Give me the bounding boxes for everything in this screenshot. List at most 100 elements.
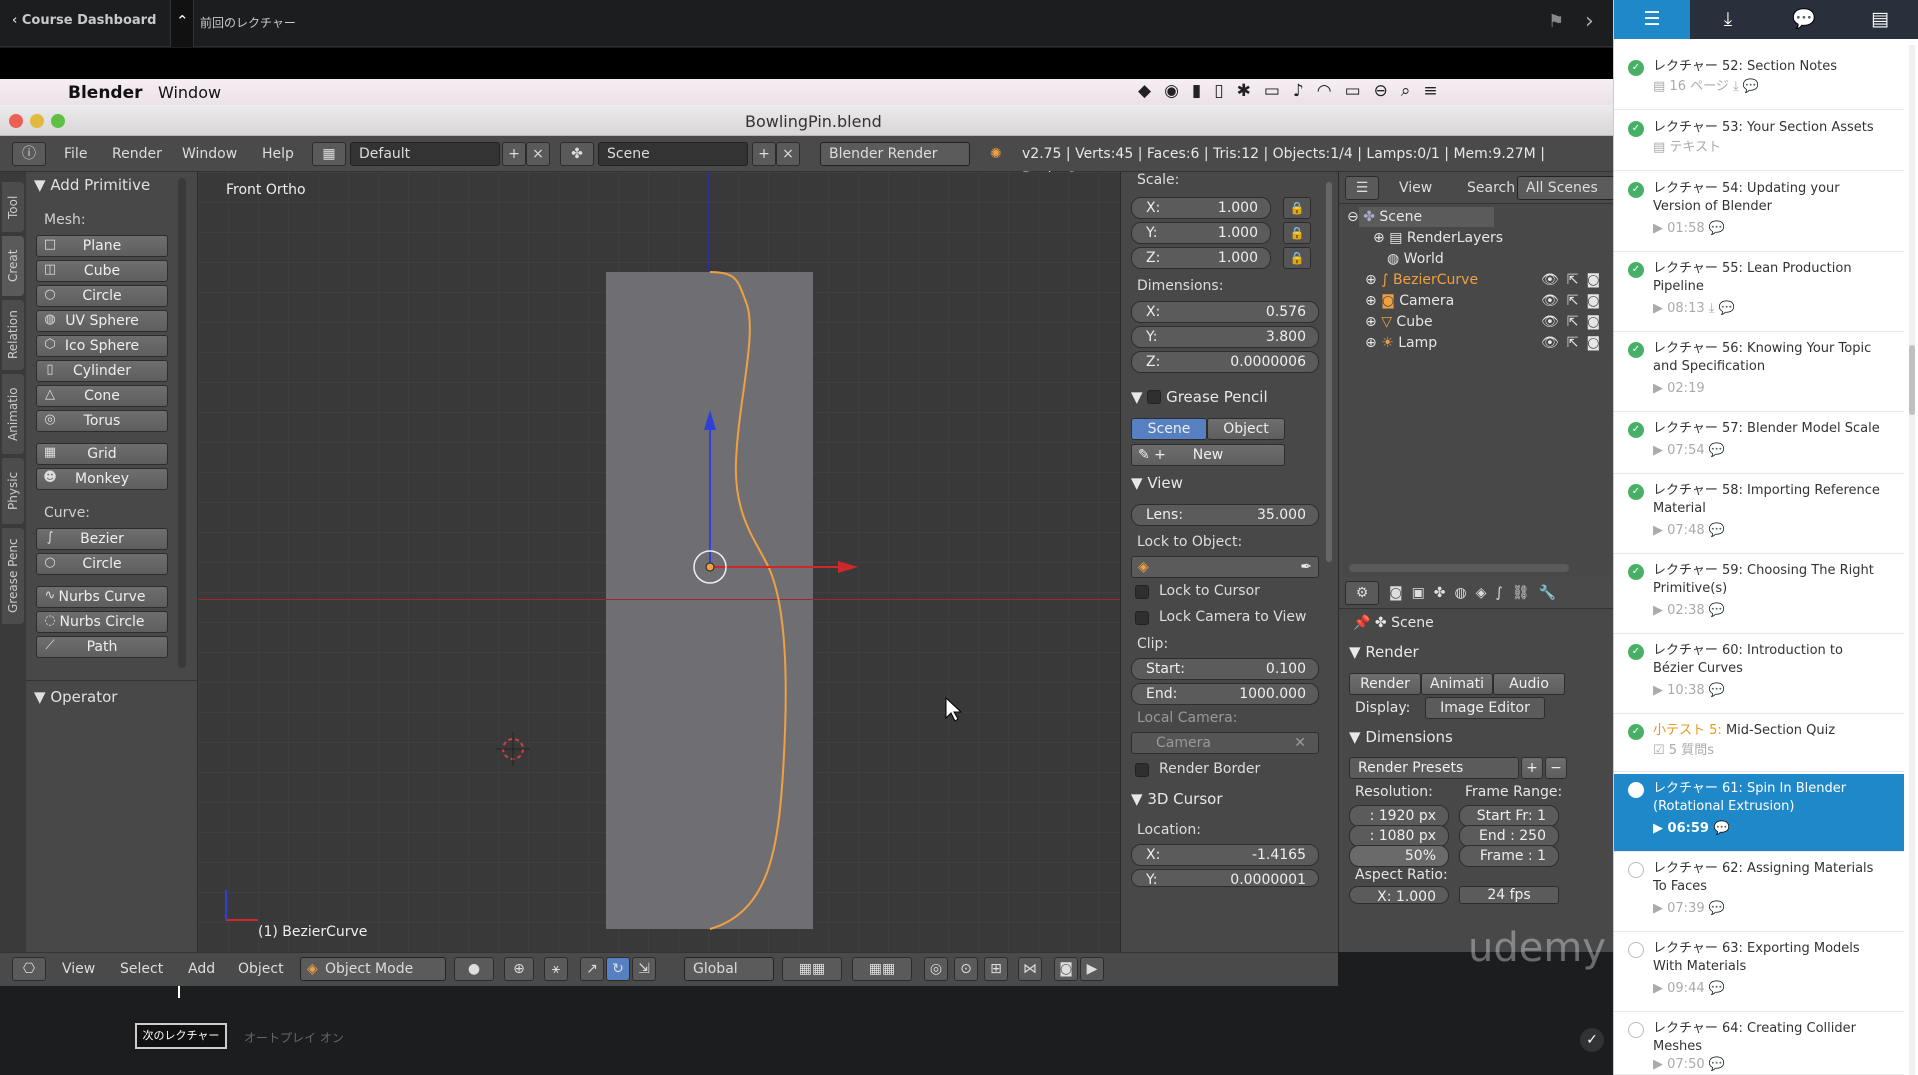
viewport-shading-icon[interactable]: ● — [454, 957, 494, 981]
local-camera-field[interactable]: Camera ✕ — [1131, 732, 1319, 754]
translate-manipulator-icon[interactable]: ↗ — [580, 957, 604, 981]
resolution-x-field[interactable]: : 1920 px — [1349, 805, 1449, 827]
list-item[interactable]: ✓ レクチャー 53: Your Section Assets ▤ テキスト — [1614, 113, 1904, 171]
remove-scene-icon[interactable]: × — [776, 142, 800, 166]
tab-physics[interactable]: Physic — [2, 458, 24, 524]
proportional-edit-icon[interactable]: ◎ — [924, 957, 948, 981]
list-item[interactable]: ✓ 小テスト 5: Mid-Section Quiz ☑ 5 質問s — [1614, 716, 1904, 772]
render-image-button[interactable]: Render — [1349, 673, 1421, 695]
frame-end-field[interactable]: End : 250 — [1459, 825, 1559, 847]
cursor-y-field[interactable]: Y: 0.0000001 — [1131, 869, 1319, 887]
outliner-view-menu[interactable]: View — [1399, 176, 1432, 200]
outliner-camera[interactable]: ⊕ ◙ Camera — [1365, 293, 1454, 309]
minimize-window-button[interactable] — [30, 114, 44, 128]
tab-tool[interactable]: Tool — [2, 182, 24, 232]
list-item[interactable]: ✓ レクチャー 56: Knowing Your Topic and Specif… — [1614, 334, 1904, 412]
lock-scale-x-icon[interactable]: 🔒 — [1283, 197, 1311, 219]
add-bezier-button[interactable]: ∫ Bezier — [36, 528, 168, 550]
list-item[interactable]: ✓ レクチャー 59: Choosing The Right Primitive(… — [1614, 556, 1904, 634]
layers-2-icon[interactable]: ▦▦ — [852, 957, 912, 981]
outliner-editor-icon[interactable]: ☰ — [1345, 176, 1379, 200]
outliner-search-menu[interactable]: Search — [1467, 176, 1515, 200]
transform-orientation-select[interactable]: Global — [684, 957, 774, 981]
render-panel-header[interactable]: ▼ Render — [1349, 643, 1419, 661]
scene-icon[interactable]: ✤ — [560, 142, 594, 166]
add-cone-button[interactable]: △ Cone — [36, 385, 168, 407]
aspect-x-field[interactable]: X: 1.000 — [1349, 886, 1449, 904]
fps-select[interactable]: 24 fps — [1459, 886, 1559, 904]
layers-1-icon[interactable]: ▦▦ — [782, 957, 842, 981]
gp-scene-button[interactable]: Scene — [1131, 418, 1207, 440]
resolution-percent-field[interactable]: 50% — [1349, 845, 1449, 867]
add-layout-icon[interactable]: + — [502, 142, 526, 166]
menu-view[interactable]: View — [62, 957, 95, 981]
scale-x-field[interactable]: X: 1.000 — [1131, 197, 1271, 219]
outliner-lamp[interactable]: ⊕ ☀ Lamp — [1365, 335, 1437, 351]
opengl-render-icon[interactable]: ▶ — [1080, 957, 1104, 981]
clip-start-field[interactable]: Start: 0.100 — [1131, 658, 1319, 680]
previous-lecture-link[interactable]: 前回のレクチャー — [200, 14, 296, 31]
properties-context-icons[interactable]: ◙▣✤◍◈∫⛓🔧 — [1389, 581, 1565, 605]
lock-scale-z-icon[interactable]: 🔒 — [1283, 247, 1311, 269]
add-curve-circle-button[interactable]: ○ Circle — [36, 553, 168, 575]
lock-camera-checkbox[interactable] — [1135, 611, 1149, 625]
add-nurbs-circle-button[interactable]: ◌ Nurbs Circle — [36, 611, 168, 633]
menu-object[interactable]: Object — [238, 957, 284, 981]
add-grid-button[interactable]: ▦ Grid — [36, 443, 168, 465]
add-cube-button[interactable]: ◫ Cube — [36, 260, 168, 282]
render-engine-select[interactable]: Blender Render — [820, 142, 970, 166]
view-panel-header[interactable]: ▼ View — [1131, 474, 1183, 492]
add-circle-button[interactable]: ○ Circle — [36, 285, 168, 307]
outliner-scene[interactable]: ⊖ ✤ Scene — [1347, 209, 1422, 225]
outliner-renderlayers[interactable]: ⊕ ▤ RenderLayers — [1373, 230, 1503, 246]
tab-notes-icon[interactable]: ▤ — [1842, 0, 1918, 39]
dimensions-panel-header[interactable]: ▼ Dimensions — [1349, 728, 1453, 746]
frame-start-field[interactable]: Start Fr: 1 — [1459, 805, 1559, 827]
3d-editor-type-icon[interactable]: ⎔ — [12, 957, 46, 981]
operator-header[interactable]: ▼ Operator — [34, 688, 117, 706]
dimension-y-field[interactable]: Y: 3.800 — [1131, 326, 1319, 348]
scale-y-field[interactable]: Y: 1.000 — [1131, 222, 1271, 244]
add-uv-sphere-button[interactable]: ◍ UV Sphere — [36, 310, 168, 332]
x-gizmo-head[interactable] — [838, 561, 858, 573]
menu-add[interactable]: Add — [188, 957, 215, 981]
render-animation-button[interactable]: Animati — [1421, 673, 1493, 695]
list-item[interactable]: レクチャー 62: Assigning Materials To Faces ▶ … — [1614, 854, 1904, 932]
rotate-manipulator-icon[interactable]: ↻ — [606, 957, 630, 981]
tab-create[interactable]: Creat — [2, 236, 24, 296]
screen-layout-icon[interactable]: ▦ — [312, 142, 346, 166]
resolution-y-field[interactable]: : 1080 px — [1349, 825, 1449, 847]
grease-pencil-checkbox[interactable] — [1147, 390, 1162, 404]
scene-field[interactable]: Scene — [598, 142, 748, 166]
manipulator-toggle-icon[interactable]: ⚹ — [544, 957, 568, 981]
outliner-world[interactable]: ◍ World — [1387, 251, 1444, 267]
display-mode-select[interactable]: All Scenes — [1517, 176, 1617, 200]
pivot-point-icon[interactable]: ⊕ — [504, 957, 534, 981]
add-plane-button[interactable]: □ Plane — [36, 235, 168, 257]
eyedropper-icon[interactable]: ✒ — [1300, 557, 1312, 577]
clip-end-field[interactable]: End: 1000.000 — [1131, 683, 1319, 705]
dimension-z-field[interactable]: Z: 0.0000006 — [1131, 351, 1319, 373]
display-select[interactable]: Image Editor — [1425, 697, 1545, 719]
list-item[interactable]: レクチャー 64: Creating Collider Meshes ▶ 07:5… — [1614, 1014, 1904, 1075]
lens-field[interactable]: Lens: 35.000 — [1131, 504, 1319, 526]
sidebar-scrollbar[interactable] — [1909, 45, 1915, 1075]
dimension-x-field[interactable]: X: 0.576 — [1131, 301, 1319, 323]
outliner-cube[interactable]: ⊕ ▽ Cube — [1365, 314, 1433, 330]
tab-animation[interactable]: Animatio — [2, 374, 24, 454]
cursor-x-field[interactable]: X: -1.4165 — [1131, 844, 1319, 866]
editor-type-icon[interactable]: ⓘ — [12, 142, 46, 166]
list-item-active[interactable]: レクチャー 61: Spin In Blender (Rotational Ex… — [1614, 774, 1904, 852]
autoplay-toggle[interactable]: オートプレイ オン — [244, 1029, 344, 1046]
lock-object-field[interactable]: ◈ ✒ — [1131, 556, 1319, 578]
tab-downloads-icon[interactable]: ⤓ — [1690, 0, 1766, 39]
scale-manipulator-icon[interactable]: ⇲ — [632, 957, 656, 981]
add-monkey-button[interactable]: ☻ Monkey — [36, 468, 168, 490]
flag-icon[interactable]: ⚑ — [1548, 11, 1564, 32]
restrict-toggles-camera[interactable]: 👁⇱◙ — [1541, 293, 1608, 309]
interaction-mode-select[interactable]: ◈ Object Mode — [300, 957, 446, 981]
render-preview-icon[interactable]: ◙ — [1054, 957, 1078, 981]
close-window-button[interactable] — [9, 114, 23, 128]
outliner-h-scrollbar[interactable] — [1349, 564, 1569, 572]
list-item[interactable]: ✓ レクチャー 58: Importing Reference Material ▶… — [1614, 476, 1904, 554]
